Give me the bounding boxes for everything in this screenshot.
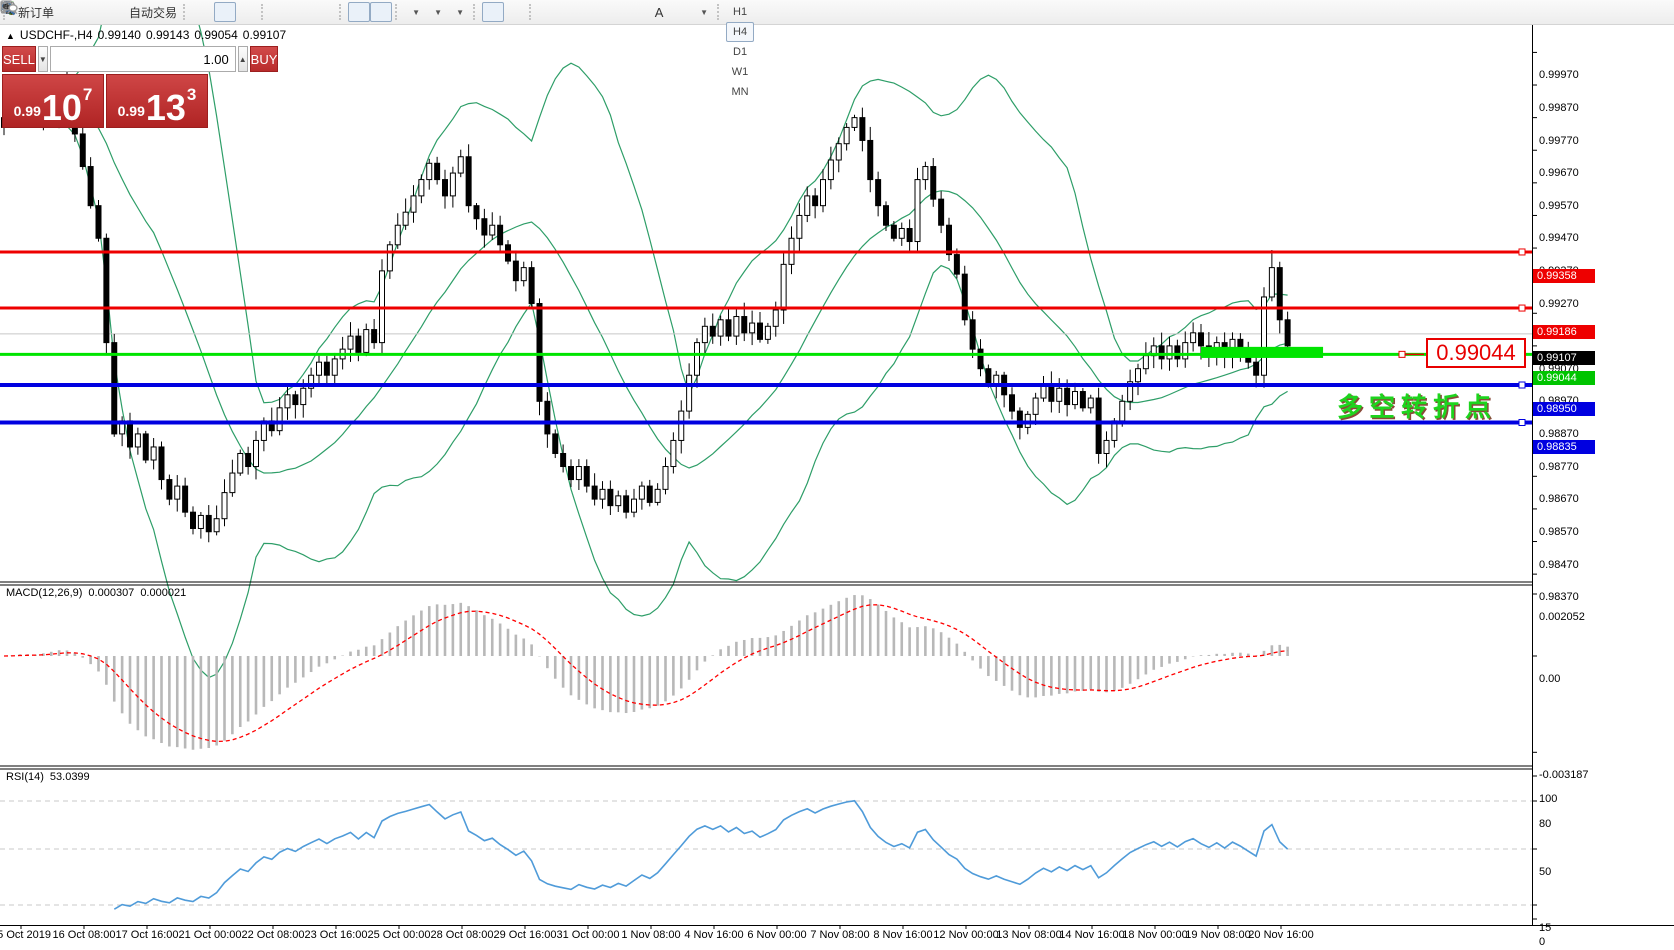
trendline-button[interactable] [582, 2, 604, 22]
macd-histogram [4, 595, 1288, 750]
volume-input[interactable] [50, 46, 236, 72]
search-button[interactable] [1612, 2, 1634, 22]
cursor-button[interactable] [482, 2, 504, 22]
rsi-label: RSI(14)53.0399 [6, 771, 96, 783]
toolbar-grip[interactable] [395, 4, 400, 20]
sell-price-big: 10 [42, 93, 82, 123]
autotrading-label: 自动交易 [129, 4, 177, 21]
line-chart-button[interactable] [236, 2, 258, 22]
candles-chart-button[interactable] [214, 2, 236, 22]
fibonacci-button[interactable]: F [626, 2, 648, 22]
toolbar-grip[interactable] [183, 4, 188, 20]
rsi-line [114, 801, 1287, 909]
equidistant-channel-button[interactable]: E [604, 2, 626, 22]
buy-button[interactable]: BUY [250, 46, 279, 72]
symbol-info-line: ▲ USDCHF-,H4 0.99140 0.99143 0.99054 0.99107 [6, 28, 291, 42]
vertical-line-button[interactable] [538, 2, 560, 22]
text-label-button[interactable]: T [670, 2, 692, 22]
hline-anchor[interactable] [1519, 382, 1525, 388]
bars-chart-button[interactable] [192, 2, 214, 22]
sell-price-box[interactable]: 0.99 10 7 [2, 74, 104, 128]
hline-anchor[interactable] [1519, 249, 1525, 255]
chart-area[interactable]: 0.993580.991860.991070.990440.989500.988… [0, 24, 1674, 950]
bollinger-band [4, 118, 1288, 678]
toolbar-grip[interactable] [717, 4, 722, 20]
crosshair-button[interactable] [504, 2, 526, 22]
hline-anchor[interactable] [1519, 305, 1525, 311]
timeframe-w1[interactable]: W1 [726, 62, 754, 82]
ohlc-high: 0.99143 [146, 28, 189, 42]
chevron-down-icon: ▼ [700, 8, 708, 17]
toolbar-right [1612, 2, 1666, 22]
text-button[interactable]: A [648, 2, 670, 22]
timeframe-group: M1M5M15M30H1H4D1W1MN [726, 0, 754, 102]
buy-price-sup: 3 [187, 85, 196, 105]
price-callout-label[interactable]: 0.99044 [1426, 338, 1526, 368]
templates-button[interactable]: ▼ [448, 2, 470, 22]
chat-button[interactable] [1644, 2, 1666, 22]
timeframe-mn[interactable]: MN [726, 82, 754, 102]
zoom-in-button[interactable] [270, 2, 292, 22]
chevron-down-icon: ▼ [456, 8, 464, 17]
auto-scroll-button[interactable] [348, 2, 370, 22]
terminal-button[interactable] [79, 2, 101, 22]
volume-down-button[interactable]: ▼ [38, 46, 48, 72]
zoom-out-button[interactable] [292, 2, 314, 22]
ohlc-low: 0.99054 [194, 28, 237, 42]
ohlc-close: 0.99107 [243, 28, 286, 42]
chart-shift-button[interactable] [370, 2, 392, 22]
periods-button[interactable]: ▼ [426, 2, 448, 22]
tile-windows-button[interactable] [314, 2, 336, 22]
bollinger-band [4, 102, 1288, 473]
sell-button[interactable]: SELL [2, 46, 36, 72]
collapse-icon[interactable]: ▲ [6, 31, 15, 41]
new-order-label: 新订单 [18, 4, 54, 21]
text-icon: A [655, 6, 664, 19]
new-order-button[interactable]: 新订单 [12, 2, 57, 22]
indicators-button[interactable]: ▼ [404, 2, 426, 22]
toolbar-grip[interactable] [339, 4, 344, 20]
signals-button[interactable] [101, 2, 123, 22]
toolbar-grip[interactable] [473, 4, 478, 20]
sell-price-sup: 7 [83, 85, 92, 105]
autotrading-button[interactable]: 自动交易 [123, 2, 180, 22]
ohlc-open: 0.99140 [98, 28, 141, 42]
buy-price-big: 13 [146, 93, 186, 123]
chart-canvas[interactable] [0, 24, 1674, 950]
macd-signal-line [4, 605, 1288, 742]
buy-price-small: 0.99 [118, 103, 145, 119]
toolbar-grip[interactable] [261, 4, 266, 20]
one-click-trading-panel: SELL ▼ ▲ BUY 0.99 10 7 0.99 13 3 [2, 46, 208, 128]
hline-anchor[interactable] [1519, 420, 1525, 426]
timeframe-d1[interactable]: D1 [726, 42, 754, 62]
zone-rect-object[interactable] [1201, 347, 1323, 358]
toolbar: 新订单 自动交易 ▼ ▼ [0, 0, 1674, 25]
volume-up-button[interactable]: ▲ [238, 46, 248, 72]
sell-price-small: 0.99 [14, 103, 41, 119]
toolbar-grip[interactable] [529, 4, 534, 20]
timeframe-h4[interactable]: H4 [726, 22, 754, 42]
metaeditor-button[interactable] [57, 2, 79, 22]
pivot-note-text[interactable]: 多空转折点 [1337, 387, 1497, 424]
buy-price-box[interactable]: 0.99 13 3 [106, 74, 208, 128]
chevron-down-icon: ▼ [434, 8, 442, 17]
symbol-title: USDCHF-,H4 [20, 28, 93, 42]
timeframe-h1[interactable]: H1 [726, 2, 754, 22]
arrows-button[interactable]: ▼ [692, 2, 714, 22]
chevron-down-icon: ▼ [412, 8, 420, 17]
horizontal-line-button[interactable] [560, 2, 582, 22]
macd-label: MACD(12,26,9)0.0003070.000021 [6, 587, 192, 599]
